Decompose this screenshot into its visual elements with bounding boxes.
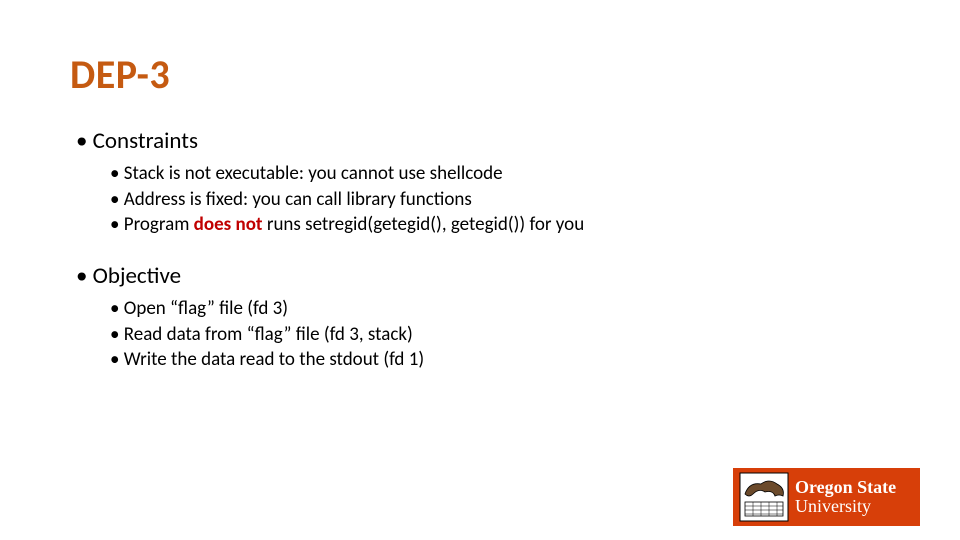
bullet-text: Address is fixed: you can call library f… xyxy=(124,188,472,211)
logo-text: Oregon State University xyxy=(795,479,896,515)
university-logo: Oregon State University xyxy=(733,468,920,526)
section-heading: Objective xyxy=(76,262,890,290)
bullet-group: Stack is not executable: you cannot use … xyxy=(110,161,890,238)
slide-title: DEP-3 xyxy=(70,50,890,99)
bullet-item: Address is fixed: you can call library f… xyxy=(110,187,890,213)
bullet-emphasis: does not xyxy=(194,213,263,236)
bullet-item: Write the data read to the stdout (fd 1) xyxy=(110,347,890,373)
bullet-text: Read data from “flag” file (fd 3, stack) xyxy=(124,323,413,346)
bullet-item: Read data from “flag” file (fd 3, stack) xyxy=(110,322,890,348)
bullet-text: Stack is not executable: you cannot use … xyxy=(124,162,503,185)
beaver-seal-icon xyxy=(739,472,789,522)
bullet-group: Open “flag” file (fd 3) Read data from “… xyxy=(110,296,890,373)
bullet-item: Program does not runs setregid(getegid()… xyxy=(110,212,890,238)
bullet-text: runs setregid(getegid(), getegid()) for … xyxy=(263,213,585,236)
logo-line2: University xyxy=(795,498,896,515)
bullet-item: Open “flag” file (fd 3) xyxy=(110,296,890,322)
bullet-text: Program xyxy=(124,213,194,236)
section-heading: Constraints xyxy=(76,127,890,155)
bullet-item: Stack is not executable: you cannot use … xyxy=(110,161,890,187)
logo-line1: Oregon State xyxy=(795,479,896,496)
bullet-text: Write the data read to the stdout (fd 1) xyxy=(124,348,424,371)
bullet-text: Open “flag” file (fd 3) xyxy=(124,297,288,320)
slide: DEP-3 Constraints Stack is not executabl… xyxy=(0,0,960,540)
